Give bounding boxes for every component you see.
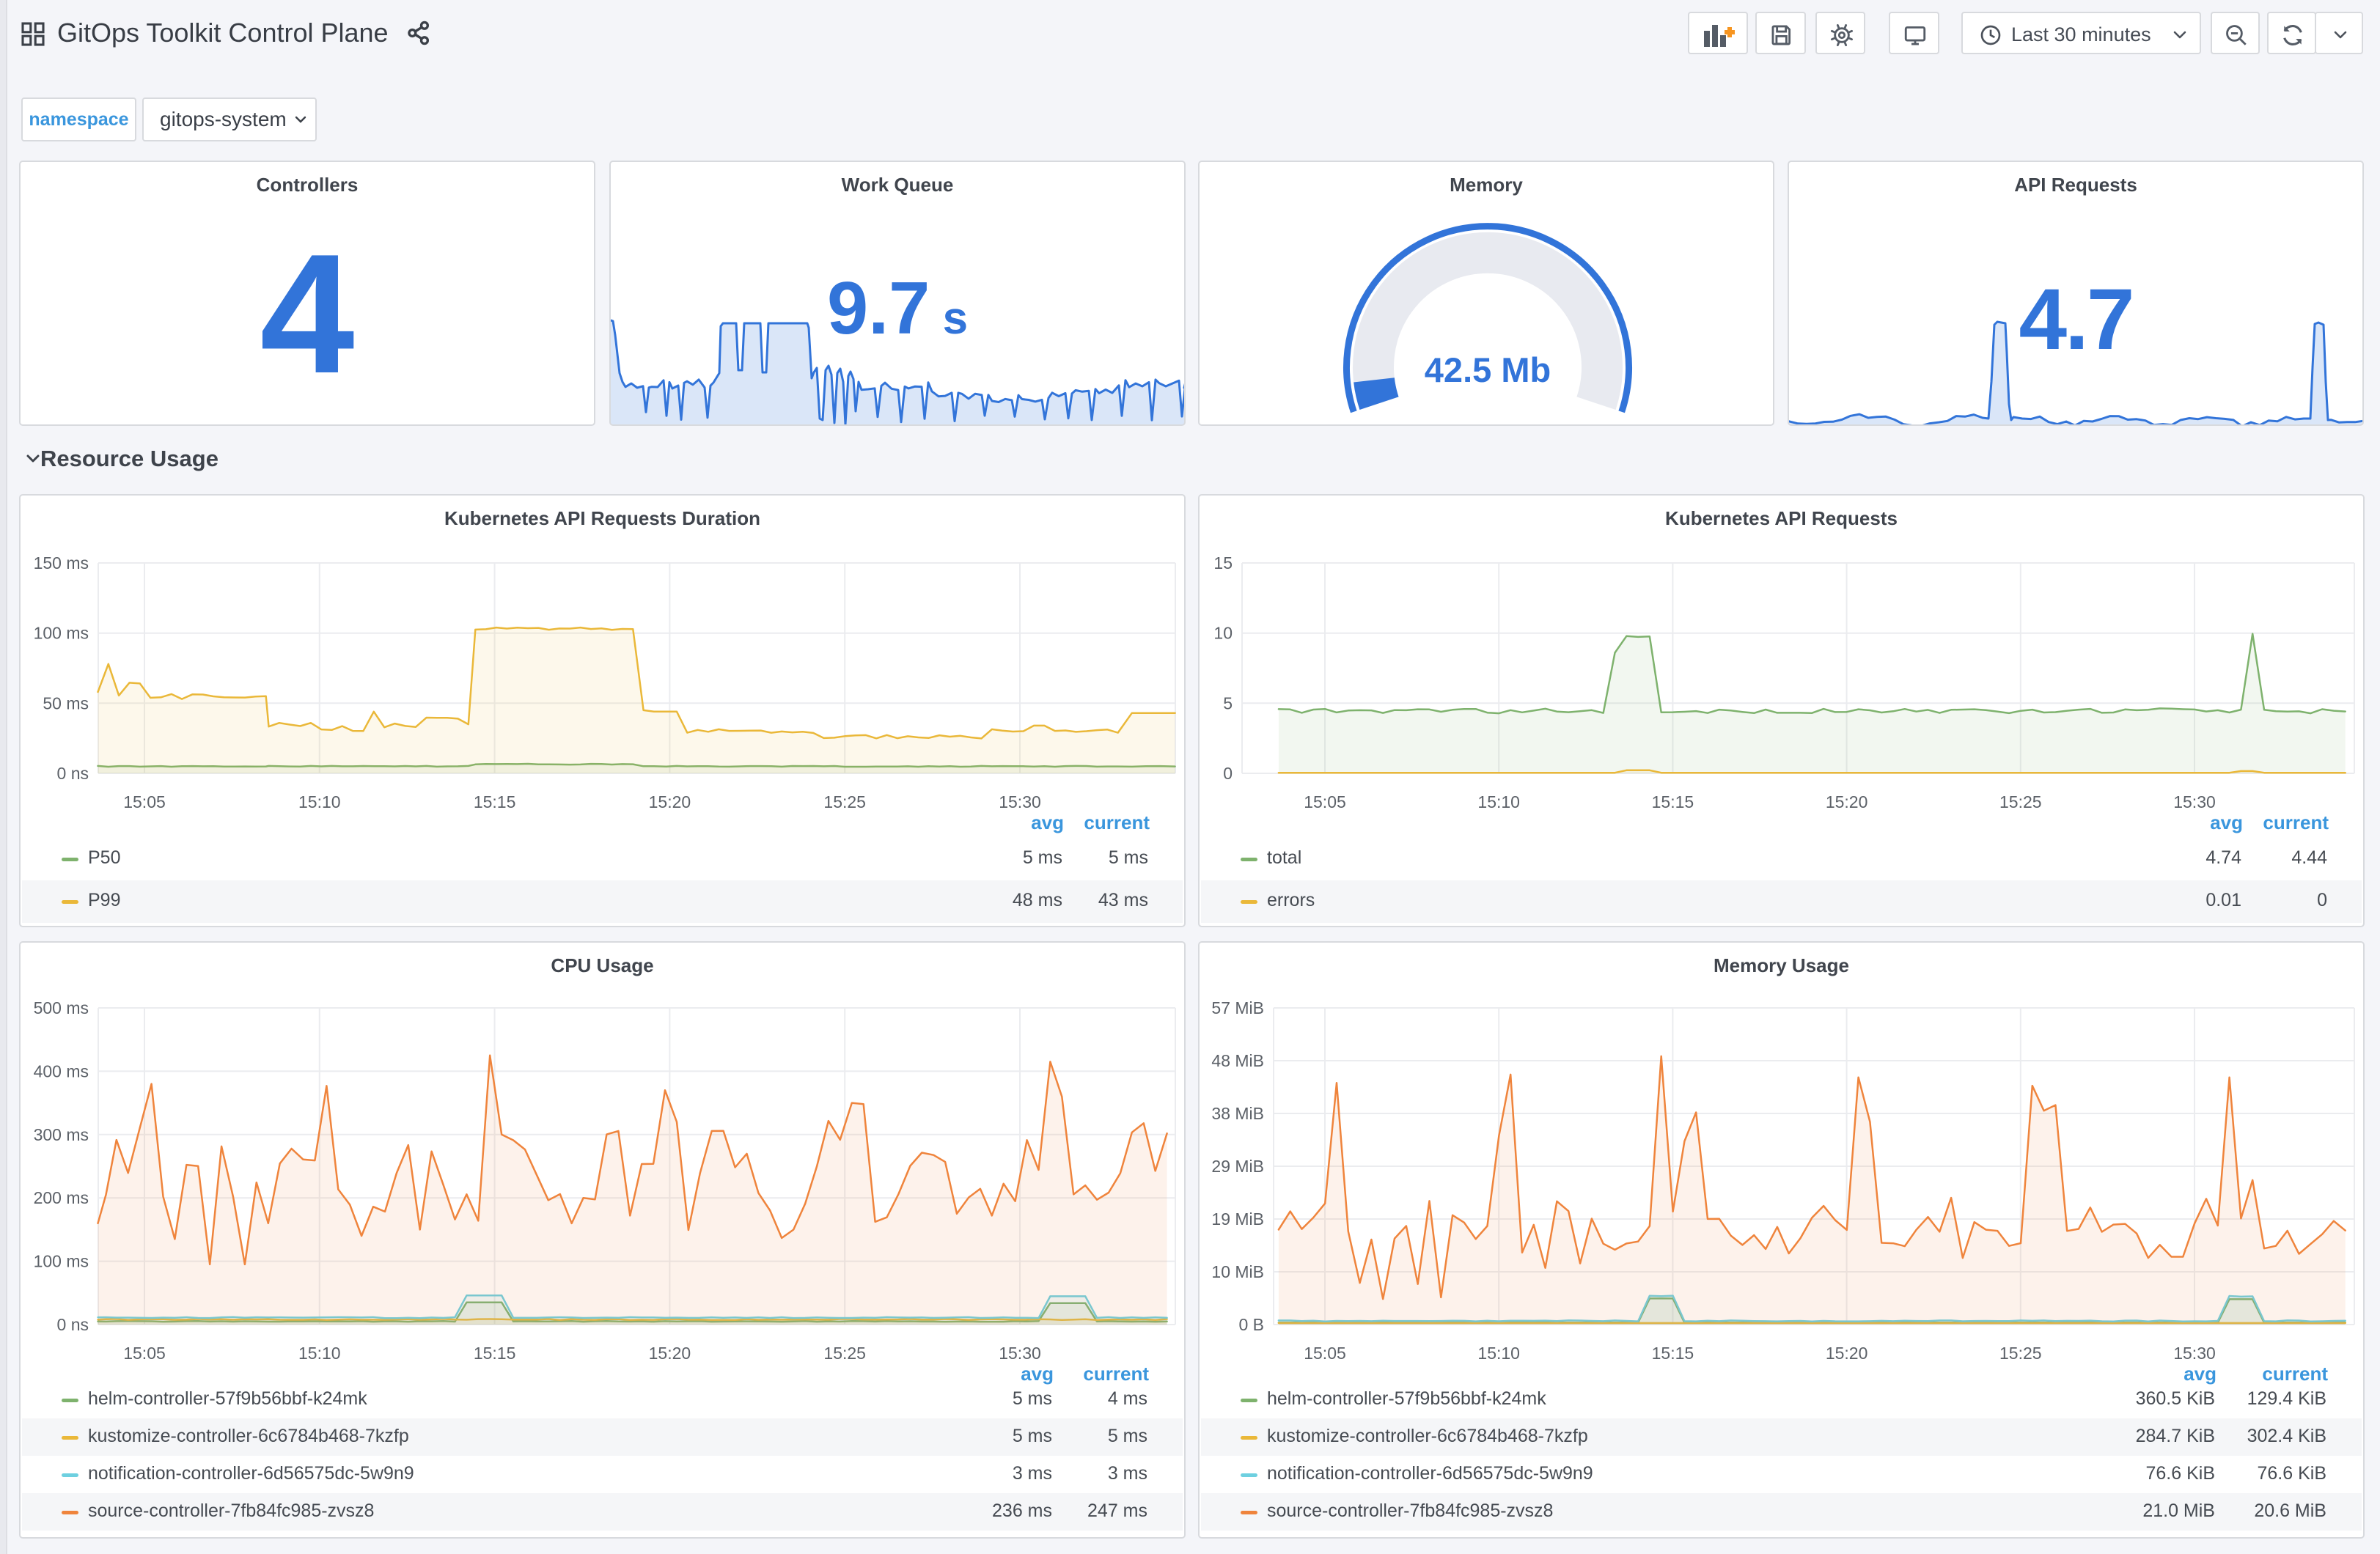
- svg-text:29 MiB: 29 MiB: [1211, 1157, 1264, 1176]
- svg-text:48 MiB: 48 MiB: [1211, 1051, 1264, 1070]
- svg-text:15:05: 15:05: [1304, 1344, 1346, 1363]
- svg-text:0 ns: 0 ns: [57, 764, 89, 783]
- svg-text:15:05: 15:05: [123, 792, 166, 811]
- svg-text:15:30: 15:30: [2173, 792, 2216, 811]
- svg-text:57 MiB: 57 MiB: [1211, 998, 1264, 1017]
- svg-text:15:20: 15:20: [649, 1344, 691, 1363]
- svg-text:0 B: 0 B: [1238, 1315, 1264, 1334]
- svg-text:15:20: 15:20: [1826, 792, 1868, 811]
- svg-text:50 ms: 50 ms: [43, 693, 89, 712]
- svg-text:15:05: 15:05: [123, 1344, 166, 1363]
- svg-text:0: 0: [1223, 764, 1233, 783]
- svg-text:15:10: 15:10: [298, 1344, 341, 1363]
- svg-text:15:20: 15:20: [1826, 1344, 1868, 1363]
- svg-text:200 ms: 200 ms: [34, 1188, 89, 1207]
- svg-text:15:15: 15:15: [474, 792, 516, 811]
- svg-text:15:15: 15:15: [474, 1344, 516, 1363]
- svg-text:0 ns: 0 ns: [57, 1315, 89, 1334]
- svg-text:15:10: 15:10: [1477, 792, 1520, 811]
- svg-text:42.5 Mb: 42.5 Mb: [1425, 350, 1551, 389]
- svg-text:10 MiB: 10 MiB: [1211, 1262, 1264, 1281]
- svg-text:15:30: 15:30: [2173, 1344, 2216, 1363]
- svg-text:15:15: 15:15: [1652, 792, 1694, 811]
- svg-text:100 ms: 100 ms: [34, 624, 89, 643]
- svg-text:15:10: 15:10: [298, 792, 341, 811]
- svg-text:10: 10: [1213, 624, 1233, 643]
- svg-text:5: 5: [1223, 693, 1233, 712]
- svg-text:15:10: 15:10: [1477, 1344, 1520, 1363]
- svg-text:15:25: 15:25: [1999, 792, 2042, 811]
- svg-text:15:25: 15:25: [823, 1344, 866, 1363]
- svg-text:100 ms: 100 ms: [34, 1252, 89, 1271]
- svg-text:15:20: 15:20: [649, 792, 691, 811]
- svg-text:15: 15: [1213, 553, 1233, 572]
- svg-text:38 MiB: 38 MiB: [1211, 1104, 1264, 1123]
- svg-text:150 ms: 150 ms: [34, 553, 89, 572]
- svg-text:400 ms: 400 ms: [34, 1061, 89, 1080]
- svg-text:15:25: 15:25: [1999, 1344, 2042, 1363]
- svg-text:15:15: 15:15: [1652, 1344, 1694, 1363]
- svg-text:500 ms: 500 ms: [34, 998, 89, 1017]
- svg-text:15:30: 15:30: [999, 792, 1041, 811]
- svg-text:19 MiB: 19 MiB: [1211, 1209, 1264, 1229]
- svg-text:15:30: 15:30: [999, 1344, 1041, 1363]
- svg-text:300 ms: 300 ms: [34, 1125, 89, 1144]
- svg-text:15:25: 15:25: [823, 792, 866, 811]
- svg-text:15:05: 15:05: [1304, 792, 1346, 811]
